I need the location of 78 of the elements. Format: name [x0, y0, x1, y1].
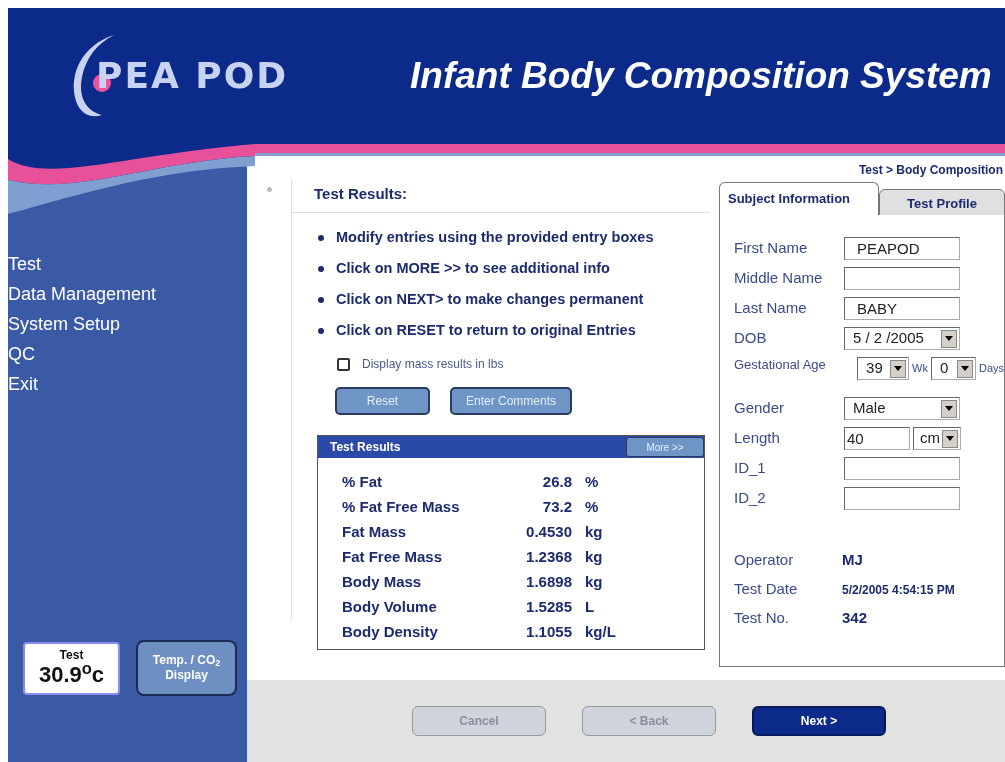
dropdown-field[interactable]: Male [844, 397, 960, 420]
nav-item[interactable]: Data Management [8, 282, 157, 306]
result-unit: L [585, 597, 595, 618]
dropdown-value: Male [853, 398, 886, 419]
app-title: Infant Body Composition System [410, 54, 992, 99]
weeks-unit: Wk [912, 361, 928, 377]
result-label: Body Density [342, 622, 439, 643]
instruction-text: Click on MORE >> to see additional info [336, 259, 610, 278]
unit-dropdown[interactable]: cm [913, 427, 961, 450]
result-unit: % [585, 472, 599, 493]
field-label: Length [734, 428, 781, 448]
instruction-text: Modify entries using the provided entry boxes [336, 228, 654, 247]
result-value: 73.2 [541, 497, 572, 518]
info-label: Test Date [734, 579, 799, 600]
tab[interactable]: Subject Information [719, 182, 879, 215]
info-label: Operator [734, 550, 795, 571]
result-unit: kg/L [585, 622, 616, 643]
bullet-icon [318, 327, 324, 334]
text-field[interactable] [844, 267, 960, 290]
instruction-text: Click on RESET to return to original Entries [336, 321, 636, 340]
length-field[interactable]: 40 [844, 427, 910, 450]
info-value: MJ [842, 550, 863, 571]
nav-item[interactable]: Test [8, 252, 41, 276]
bullet-icon [318, 265, 324, 272]
info-label: Test No. [734, 608, 791, 629]
result-label: % Fat Free Mass [342, 497, 461, 518]
nav-item[interactable]: QC [8, 342, 35, 366]
field-label: Middle Name [734, 268, 824, 288]
text-field[interactable] [844, 487, 960, 510]
result-value: 26.8 [541, 472, 572, 493]
temperature-value: 30.9$^{o}$c [38, 662, 105, 688]
days-dropdown[interactable]: 0 [930, 357, 976, 380]
result-label: Body Mass [342, 572, 423, 593]
result-label: Body Volume [342, 597, 438, 618]
field-label: ID_2 [734, 488, 767, 508]
field-label: Gender [734, 398, 786, 418]
field-label: Gestational Age [734, 357, 827, 372]
dropdown-value: 5 / 2 /2005 [853, 328, 924, 349]
temperature-label: Test [59, 648, 84, 662]
text-field[interactable]: BABY [844, 297, 960, 320]
text-field[interactable] [844, 457, 960, 480]
result-value: 1.6898 [525, 572, 572, 593]
instruction-text: Click on NEXT> to make changes permanent [336, 290, 644, 309]
days-unit: Days [978, 361, 1004, 377]
info-value: 5/2/2005 4:54:15 PM [842, 581, 955, 599]
bullet-icon [318, 234, 324, 241]
field-label: DOB [734, 328, 768, 348]
weeks-dropdown[interactable]: 39 [857, 357, 910, 380]
result-value: 0.4530 [525, 522, 572, 543]
field-label: First Name [734, 238, 809, 258]
dropdown-field[interactable]: 5 / 2 /2005 [844, 327, 960, 350]
footer-button[interactable]: Next > [752, 706, 886, 736]
dropdown-value: cm [920, 428, 940, 449]
field-label: ID_1 [734, 458, 767, 478]
bullet-icon [318, 296, 324, 303]
result-value: 1.2368 [525, 547, 572, 568]
dropdown-value: 0 [939, 358, 949, 379]
nav-item[interactable]: System Setup [8, 312, 121, 336]
result-unit: kg [585, 522, 603, 543]
field-label: Last Name [734, 298, 808, 318]
results-title: Test Results [330, 439, 401, 456]
nav-item[interactable]: Exit [8, 372, 38, 396]
result-unit: kg [585, 572, 603, 593]
result-unit: % [585, 497, 599, 518]
result-value: 1.1055 [525, 622, 572, 643]
result-unit: kg [585, 547, 603, 568]
result-label: Fat Free Mass [342, 547, 444, 568]
dropdown-value: 39 [866, 358, 883, 379]
text-field[interactable]: PEAPOD [844, 237, 960, 260]
mass-lbs-checkbox[interactable] [337, 357, 350, 371]
breadcrumb: Test > Body Composition [858, 162, 1003, 179]
result-label: % Fat [342, 472, 383, 493]
result-value: 1.5285 [525, 597, 572, 618]
result-label: Fat Mass [342, 522, 408, 543]
logo-text: PEA POD [96, 54, 289, 98]
checkbox-label: Display mass results in lbs [362, 356, 504, 373]
section-title: Test Results: [314, 185, 408, 202]
info-value: 342 [842, 608, 868, 629]
